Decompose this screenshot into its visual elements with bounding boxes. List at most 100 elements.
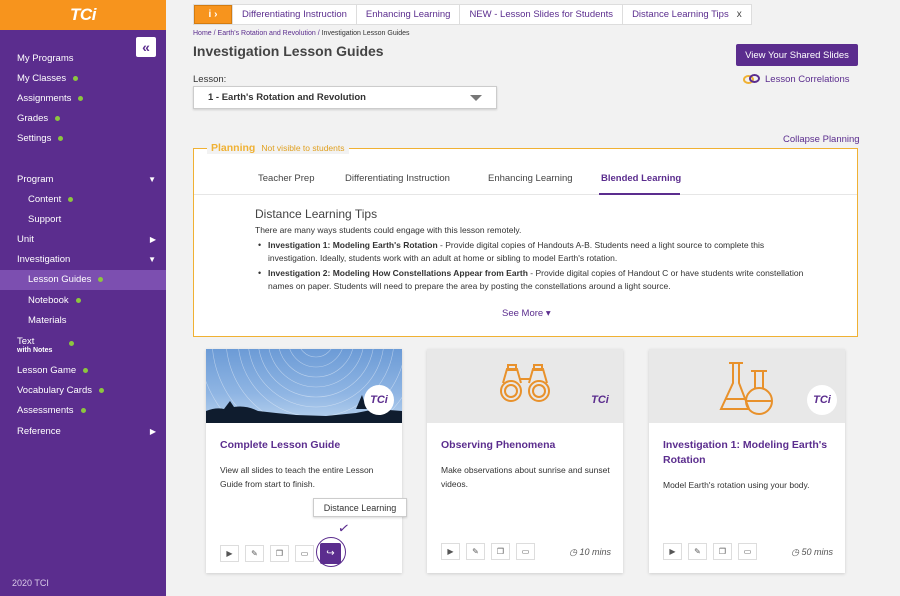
tab-differentiating-instruction[interactable]: Differentiating Instruction [345, 173, 450, 184]
lesson-card-investigation-1[interactable]: TCi Investigation 1: Modeling Earth's Ro… [649, 349, 845, 573]
duration-label: ◷ 50 mins [791, 547, 833, 557]
tab-differentiating-instruction[interactable]: Differentiating Instruction [232, 5, 356, 24]
sidebar-item-reference[interactable]: Reference ▶ [0, 421, 166, 441]
lesson-select[interactable]: 1 - Earth's Rotation and Revolution [193, 86, 497, 109]
card-image-star-trails: TCi [206, 349, 402, 423]
sidebar-item-content[interactable]: Content [0, 189, 166, 209]
sidebar-item-my-classes[interactable]: My Classes [0, 68, 166, 88]
planning-content: Distance Learning Tips There are many wa… [255, 207, 815, 295]
sidebar-item-unit[interactable]: Unit ▶ [0, 230, 166, 250]
duration-label: ◷ 10 mins [569, 547, 611, 557]
status-dot [75, 297, 81, 303]
sidebar-item-program[interactable]: Program ▼ [0, 169, 166, 189]
distance-learning-tooltip: Distance Learning [313, 498, 407, 517]
share-icon[interactable]: ↪ [320, 543, 341, 564]
lesson-select-value: 1 - Earth's Rotation and Revolution [208, 92, 366, 103]
card-actions: ▶ ✎ ❐ ▭ [441, 543, 541, 560]
breadcrumb-unit[interactable]: Earth's Rotation and Revolution [218, 30, 316, 37]
sidebar-item-materials[interactable]: Materials [0, 310, 166, 330]
sidebar-item-assessments[interactable]: Assessments [0, 401, 166, 421]
status-dot [69, 341, 74, 347]
sidebar-item-settings[interactable]: Settings [0, 129, 166, 149]
lesson-card-complete-guide[interactable]: TCi Complete Lesson Guide View all slide… [206, 349, 402, 573]
planning-subtitle: Not visible to students [261, 143, 345, 153]
chevron-down-icon: ▼ [148, 255, 156, 265]
sidebar-item-assignments[interactable]: Assignments [0, 88, 166, 108]
close-icon[interactable]: x [737, 9, 742, 20]
chevron-right-icon: ▶ [149, 235, 156, 245]
planning-bullets: Investigation 1: Modeling Earth's Rotati… [255, 239, 815, 292]
sidebar-item-lesson-guides[interactable]: Lesson Guides [0, 269, 166, 291]
edit-icon[interactable]: ✎ [688, 543, 707, 560]
card-description: View all slides to teach the entire Less… [220, 465, 374, 489]
breadcrumb: Home / Earth's Rotation and Revolution /… [193, 30, 410, 37]
play-icon[interactable]: ▶ [441, 543, 460, 560]
sidebar-item-investigation[interactable]: Investigation ▼ [0, 250, 166, 270]
tab-enhancing-learning[interactable]: Enhancing Learning [355, 5, 460, 24]
info-toggle-button[interactable]: i › [194, 5, 232, 24]
see-more-link[interactable]: See More ▾ [502, 308, 551, 319]
collapse-planning-link[interactable]: Collapse Planning [783, 134, 860, 145]
tab-blended-learning[interactable]: Blended Learning [601, 173, 681, 184]
card-image-binoculars: TCi [427, 349, 623, 423]
play-icon[interactable]: ▶ [220, 545, 239, 562]
breadcrumb-home[interactable]: Home [193, 30, 212, 37]
view-shared-slides-button[interactable]: View Your Shared Slides [736, 44, 858, 66]
list-item: Investigation 2: Modeling How Constellat… [255, 267, 815, 292]
print-icon[interactable]: ▭ [738, 543, 757, 560]
sidebar-item-notebook[interactable]: Notebook [0, 290, 166, 310]
status-dot [80, 408, 86, 414]
sidebar-nav: My Programs My Classes Assignments Grade… [0, 48, 166, 441]
print-icon[interactable]: ▭ [295, 545, 314, 562]
print-icon[interactable]: ▭ [516, 543, 535, 560]
planning-heading: Distance Learning Tips [255, 207, 378, 221]
sidebar-item-text-with-notes[interactable]: Text with Notes [0, 330, 166, 360]
list-item: Investigation 1: Modeling Earth's Rotati… [255, 239, 815, 264]
tab-enhancing-learning[interactable]: Enhancing Learning [488, 173, 573, 184]
card-description: Make observations about sunrise and suns… [441, 465, 610, 489]
tci-badge-icon: TCi [807, 385, 837, 415]
planning-panel: Planning Not visible to students Teacher… [193, 142, 858, 337]
play-icon[interactable]: ▶ [663, 543, 682, 560]
edit-icon[interactable]: ✎ [466, 543, 485, 560]
status-dot [83, 368, 89, 374]
breadcrumb-current: Investigation Lesson Guides [321, 30, 410, 37]
card-image-flasks: TCi [649, 349, 845, 423]
lesson-card-observing-phenomena[interactable]: TCi Observing Phenomena Make observation… [427, 349, 623, 573]
sidebar-item-grades[interactable]: Grades [0, 109, 166, 129]
copy-icon[interactable]: ❐ [491, 543, 510, 560]
tab-lesson-slides[interactable]: NEW - Lesson Slides for Students [459, 5, 622, 24]
status-dot [55, 116, 61, 122]
sidebar-item-lesson-game[interactable]: Lesson Game [0, 360, 166, 380]
tci-logo[interactable]: TCi [70, 5, 96, 25]
card-description: Model Earth's rotation using your body. [663, 480, 810, 490]
planning-header: Planning Not visible to students [207, 142, 349, 154]
card-actions: ▶ ✎ ❐ ▭ [663, 543, 763, 560]
sidebar-item-support[interactable]: Support [0, 209, 166, 229]
card-actions: ▶ ✎ ❐ ▭ ↪ [220, 537, 347, 567]
sidebar-item-vocabulary-cards[interactable]: Vocabulary Cards [0, 381, 166, 401]
chevron-right-icon: ▶ [149, 426, 156, 436]
edit-icon[interactable]: ✎ [245, 545, 264, 562]
lesson-correlations-link[interactable]: Lesson Correlations [743, 73, 850, 85]
copy-icon[interactable]: ❐ [713, 543, 732, 560]
resource-tabs: i › Differentiating Instruction Enhancin… [193, 4, 752, 25]
card-title[interactable]: Investigation 1: Modeling Earth's Rotati… [663, 438, 835, 468]
correlations-icon [743, 73, 761, 85]
planning-intro: There are many ways students could engag… [255, 225, 522, 235]
logo-bar: TCi [0, 0, 166, 30]
planning-title: Planning [211, 142, 256, 154]
tci-badge-icon: TCi [591, 394, 609, 406]
status-dot [78, 95, 84, 101]
card-title[interactable]: Observing Phenomena [441, 438, 613, 453]
copyright: 2020 TCI [12, 578, 49, 588]
status-dot [73, 75, 79, 81]
planning-tabs: Teacher Prep Differentiating Instruction… [194, 165, 857, 195]
copy-icon[interactable]: ❐ [270, 545, 289, 562]
tci-badge-icon: TCi [364, 385, 394, 415]
tab-distance-learning-tips[interactable]: Distance Learning Tips x [622, 5, 751, 24]
status-dot [58, 136, 64, 142]
sidebar-item-my-programs[interactable]: My Programs [0, 48, 166, 68]
tab-teacher-prep[interactable]: Teacher Prep [258, 173, 315, 184]
card-title[interactable]: Complete Lesson Guide [220, 438, 392, 453]
